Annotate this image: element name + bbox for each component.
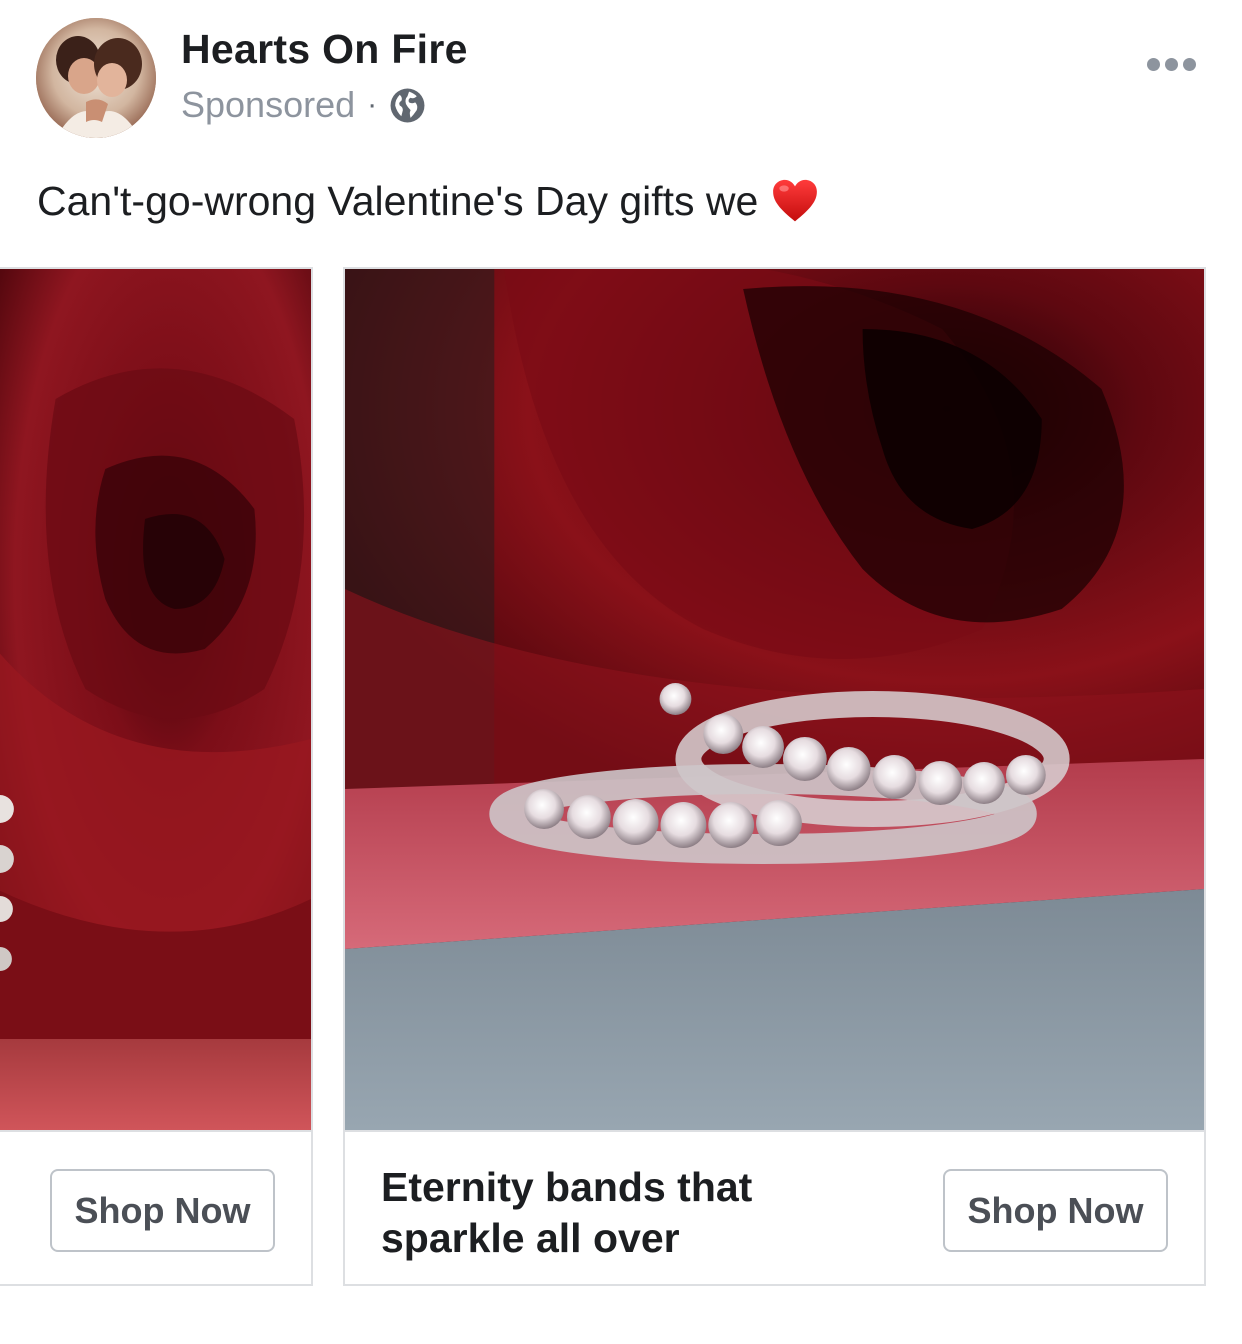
couple-photo-icon: [36, 18, 156, 138]
shop-now-button[interactable]: Shop Now: [50, 1169, 275, 1252]
carousel-card-1[interactable]: Shop Now: [0, 267, 313, 1286]
meta-separator: ·: [367, 88, 378, 121]
more-options-dot: [1182, 57, 1196, 71]
shop-now-button[interactable]: Shop Now: [943, 1169, 1168, 1252]
heart-icon: [773, 179, 818, 222]
card-headline: Eternity bands that sparkle all over: [381, 1164, 753, 1261]
post-message: Can't-go-wrong Valentine's Day gifts we: [37, 176, 820, 226]
eternity-bands-image: [345, 269, 1204, 1130]
page-avatar[interactable]: [36, 18, 156, 138]
page-name[interactable]: Hearts On Fire: [181, 26, 468, 73]
post-message-text: Can't-go-wrong Valentine's Day gifts we: [37, 177, 759, 224]
more-options-icon: [1146, 57, 1160, 71]
globe-icon[interactable]: [389, 87, 426, 124]
carousel-card-2[interactable]: Eternity bands that sparkle all over Sho…: [343, 267, 1206, 1286]
more-options-button[interactable]: [1136, 44, 1206, 84]
card-image-rose-earrings[interactable]: [0, 269, 311, 1130]
card-image-eternity-bands[interactable]: [345, 269, 1204, 1130]
post-meta: Sponsored ·: [181, 84, 426, 126]
sponsored-post: Hearts On Fire Sponsored · Can't-go-wron…: [0, 0, 1242, 1344]
card-footer: Eternity bands that sparkle all over Sho…: [345, 1130, 1204, 1284]
more-options-dot: [1164, 57, 1178, 71]
sponsored-label[interactable]: Sponsored: [181, 84, 355, 126]
card-footer: Shop Now: [0, 1130, 311, 1284]
rose-earrings-image: [0, 269, 311, 1130]
